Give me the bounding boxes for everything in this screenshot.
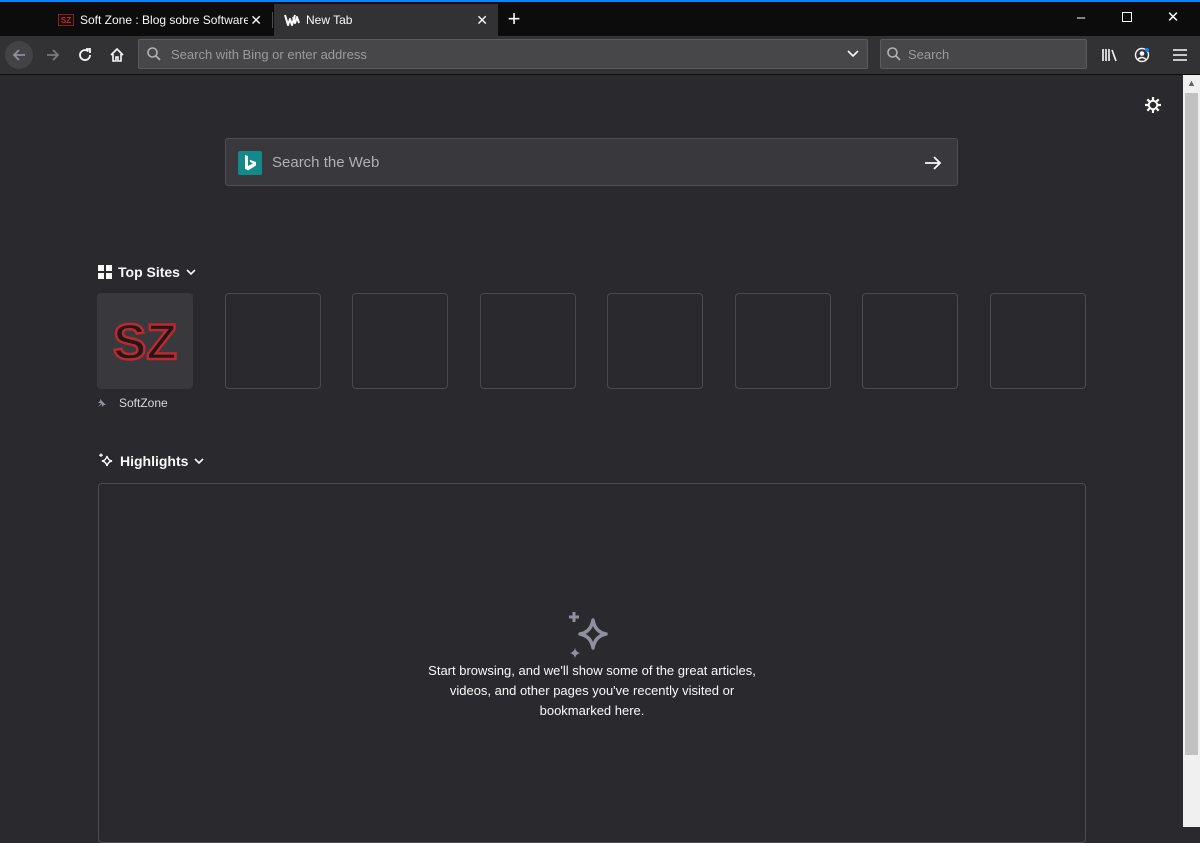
tab-softzone[interactable]: SZ Soft Zone : Blog sobre Software ✕ (50, 4, 272, 36)
scroll-up-arrow-icon[interactable]: ▲ (1183, 75, 1200, 92)
account-icon (1134, 47, 1150, 63)
top-sites-header[interactable]: Top Sites (98, 264, 196, 280)
search-go-arrow-icon[interactable] (921, 151, 945, 175)
tab-title: Soft Zone : Blog sobre Software (80, 13, 248, 27)
top-site-empty-tile[interactable] (735, 293, 831, 389)
minimize-button[interactable]: – (1058, 6, 1104, 30)
reload-button[interactable] (71, 41, 99, 69)
hamburger-menu-icon (1173, 49, 1187, 61)
home-icon (110, 47, 124, 62)
top-site-empty-tile[interactable] (990, 293, 1086, 389)
chevron-down-icon (194, 458, 205, 465)
tab-new-tab[interactable]: New Tab ✕ (274, 4, 498, 36)
top-site-label-text: SoftZone (119, 396, 168, 410)
back-button[interactable] (5, 41, 33, 69)
highlights-empty-message: Start browsing, and we'll show some of t… (428, 663, 756, 718)
tab-title: New Tab (306, 13, 353, 27)
close-window-button[interactable]: ✕ (1150, 6, 1196, 30)
library-button[interactable] (1096, 41, 1124, 69)
top-site-empty-tile[interactable] (225, 293, 321, 389)
maximize-button[interactable] (1104, 6, 1150, 30)
close-tab-icon[interactable]: ✕ (250, 12, 262, 29)
home-button[interactable] (103, 41, 131, 69)
highlights-sparkle-icon (99, 453, 113, 467)
scrollbar-thumb[interactable] (1185, 93, 1198, 755)
tab-divider (272, 12, 273, 28)
bing-logo-icon (238, 151, 262, 175)
search-input[interactable] (906, 45, 1086, 63)
firefox-new-tab-icon (284, 14, 300, 26)
top-site-empty-tile[interactable] (480, 293, 576, 389)
softzone-favicon: SZ (58, 14, 74, 26)
close-tab-icon[interactable]: ✕ (476, 12, 488, 29)
top-sites-grid-icon (98, 265, 112, 279)
reload-icon (79, 48, 91, 61)
top-site-empty-tile[interactable] (862, 293, 958, 389)
top-site-label[interactable]: SoftZone (97, 396, 193, 410)
account-button[interactable] (1128, 41, 1156, 69)
top-site-tile-softzone[interactable]: SZ (97, 293, 193, 389)
highlights-header[interactable]: Highlights (98, 453, 205, 469)
top-sites-title: Top Sites (118, 264, 180, 280)
softzone-logo: SZ (97, 293, 193, 389)
url-input[interactable] (169, 45, 839, 63)
chevron-down-icon[interactable] (839, 50, 867, 58)
menu-button[interactable] (1166, 41, 1194, 69)
url-bar[interactable] (138, 39, 868, 69)
web-search-placeholder: Search the Web (272, 154, 380, 171)
top-site-empty-tile[interactable] (352, 293, 448, 389)
sparkle-icon (566, 610, 618, 662)
gear-icon[interactable] (1143, 95, 1163, 115)
new-tab-button[interactable]: + (502, 6, 526, 32)
top-site-empty-tile[interactable] (607, 293, 703, 389)
search-bar[interactable] (880, 39, 1087, 69)
vertical-scrollbar[interactable]: ▲ (1183, 75, 1200, 827)
library-icon (1102, 49, 1117, 62)
maximize-icon (1122, 12, 1132, 22)
web-search-box[interactable]: Search the Web (225, 138, 958, 186)
search-icon (881, 46, 906, 62)
highlights-title: Highlights (120, 453, 189, 469)
forward-button[interactable] (39, 41, 67, 69)
search-icon (139, 46, 169, 62)
back-arrow-icon (12, 49, 25, 61)
navigation-toolbar (0, 36, 1200, 75)
tab-strip: SZ Soft Zone : Blog sobre Software ✕ New… (0, 0, 1200, 36)
chevron-down-icon (186, 269, 196, 276)
forward-arrow-icon (47, 49, 60, 61)
pin-icon (98, 399, 106, 407)
svg-text:SZ: SZ (113, 314, 177, 370)
